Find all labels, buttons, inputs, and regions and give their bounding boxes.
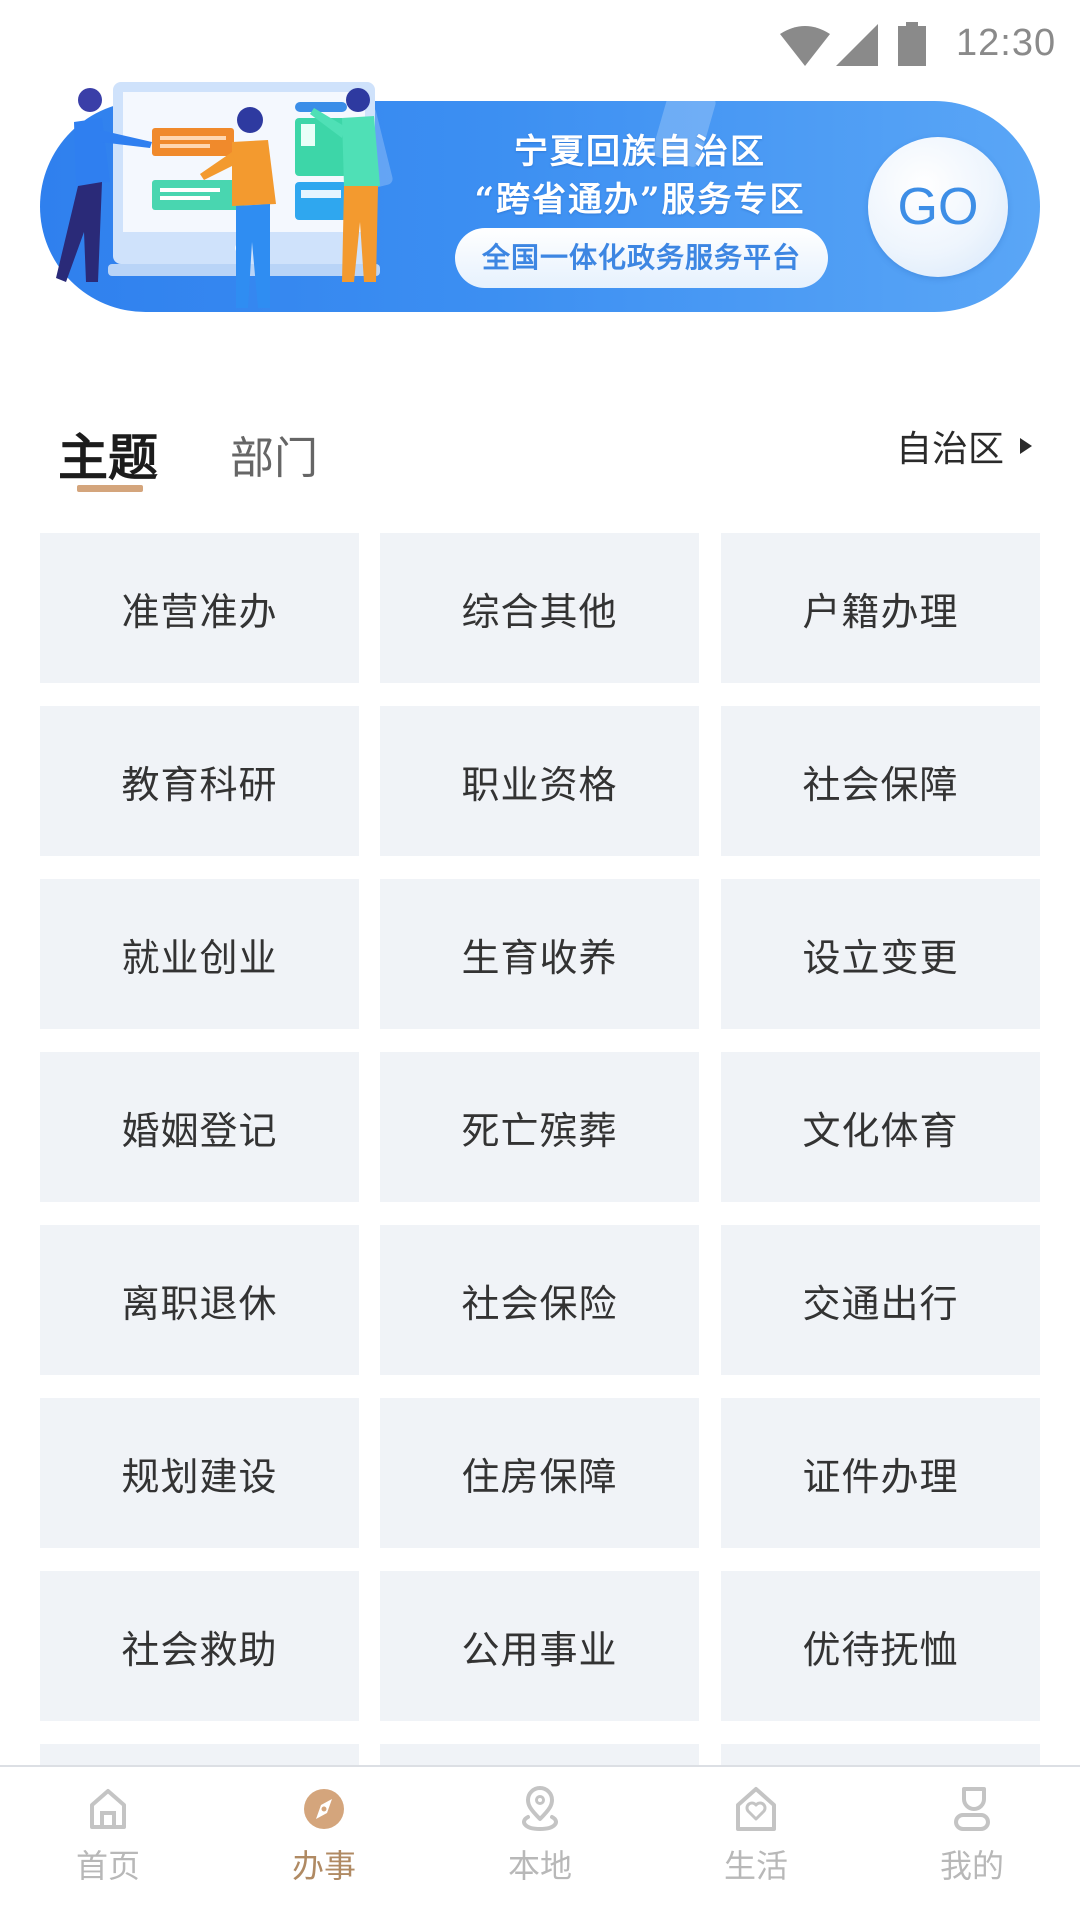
compass-icon [304,1789,344,1829]
topic-tile-label: 文化体育 [802,1108,959,1153]
topic-tile[interactable]: 公用事业 [380,1571,699,1721]
bottom-navigation: 首页 办事 本地 生活 我的 [0,1765,1080,1922]
topic-tile-label: 死亡殡葬 [461,1108,618,1153]
banner-title-line2: “跨省通办”服务专区 [474,180,806,220]
topic-tile-label: 生育收养 [461,935,618,980]
topic-tile[interactable]: 文化体育 [721,1052,1040,1202]
topic-tile[interactable]: 户籍办理 [721,533,1040,683]
topic-tile[interactable]: 婚姻登记 [40,1052,359,1202]
go-button[interactable]: GO [868,137,1008,277]
topic-tile-label: 证件办理 [802,1454,959,1499]
topic-tile-label: 就业创业 [121,935,278,980]
topic-tile[interactable]: 准营准办 [40,533,359,683]
topic-tile[interactable]: 就业创业 [40,879,359,1029]
status-time: 12:30 [956,22,1057,64]
nav-label-life: 生活 [723,1847,788,1885]
topic-tile-label: 优待抚恤 [802,1627,959,1672]
topic-tile-label: 户籍办理 [802,589,959,634]
banner-subtitle: 全国一体化政务服务平台 [455,228,828,288]
topic-tile-label: 住房保障 [461,1454,618,1499]
tab-topic[interactable]: 主题 [58,418,158,490]
topic-tile[interactable]: 设立变更 [721,879,1040,1029]
battery-icon [898,22,926,66]
location-pin-icon [522,1786,558,1832]
cross-province-service-banner[interactable]: 宁夏回族自治区 “跨省通办”服务专区 全国一体化政务服务平台 GO [40,82,1040,314]
topic-tile-label: 交通出行 [802,1281,959,1326]
topic-tile-label: 准营准办 [121,589,278,634]
topic-tile-label: 离职退休 [121,1281,278,1326]
wifi-icon [780,26,830,66]
home-icon [90,1789,126,1829]
topic-tile[interactable]: 证件办理 [721,1398,1040,1548]
status-bar: 12:30 [0,0,1080,80]
topic-tile-label: 规划建设 [121,1454,278,1499]
nav-label-mine: 我的 [939,1847,1004,1885]
topic-tile-label: 设立变更 [802,935,959,980]
topic-tile[interactable]: 社会保障 [721,706,1040,856]
topic-tile[interactable]: 社会救助 [40,1571,359,1721]
nav-item-local[interactable]: 本地 [432,1779,648,1889]
topic-tile-label: 社会救助 [121,1627,278,1672]
topic-tile[interactable]: 优待抚恤 [721,1571,1040,1721]
topic-tile-label: 社会保障 [802,762,959,807]
topic-tile[interactable]: 死亡殡葬 [380,1052,699,1202]
topic-tile[interactable]: 规划建设 [40,1398,359,1548]
topic-tile[interactable]: 住房保障 [380,1398,699,1548]
caret-right-icon [1020,438,1033,454]
topic-tile[interactable]: 教育科研 [40,706,359,856]
nav-label-home: 首页 [75,1847,140,1885]
topic-tile-label: 综合其他 [461,589,618,634]
region-selector[interactable]: 自治区 [896,424,1033,470]
banner-title-line1: 宁夏回族自治区 [514,132,766,172]
topic-tile[interactable]: 综合其他 [380,533,699,683]
topic-tile[interactable]: 交通出行 [721,1225,1040,1375]
nav-label-services: 办事 [291,1847,356,1885]
nav-item-life[interactable]: 生活 [648,1779,864,1889]
user-icon [954,1787,990,1831]
banner-illustration [56,82,380,308]
topic-tile-label: 公用事业 [461,1627,618,1672]
nav-label-local: 本地 [507,1847,572,1885]
topic-tile[interactable]: 离职退休 [40,1225,359,1375]
topic-tile-label: 教育科研 [121,762,278,807]
region-selector-label: 自治区 [896,429,1005,470]
topic-tile[interactable]: 职业资格 [380,706,699,856]
cellular-signal-icon [836,24,878,66]
house-heart-icon [736,1787,776,1831]
nav-item-home[interactable]: 首页 [0,1779,216,1889]
topic-tile-label: 社会保险 [461,1281,618,1326]
tab-department[interactable]: 部门 [230,422,318,486]
active-tab-indicator [77,485,143,492]
topic-tile-label: 婚姻登记 [121,1108,278,1153]
topic-tile[interactable]: 生育收养 [380,879,699,1029]
nav-item-mine[interactable]: 我的 [864,1779,1080,1889]
topic-tile[interactable]: 社会保险 [380,1225,699,1375]
topic-tile-label: 职业资格 [461,762,618,807]
nav-item-services[interactable]: 办事 [216,1779,432,1889]
